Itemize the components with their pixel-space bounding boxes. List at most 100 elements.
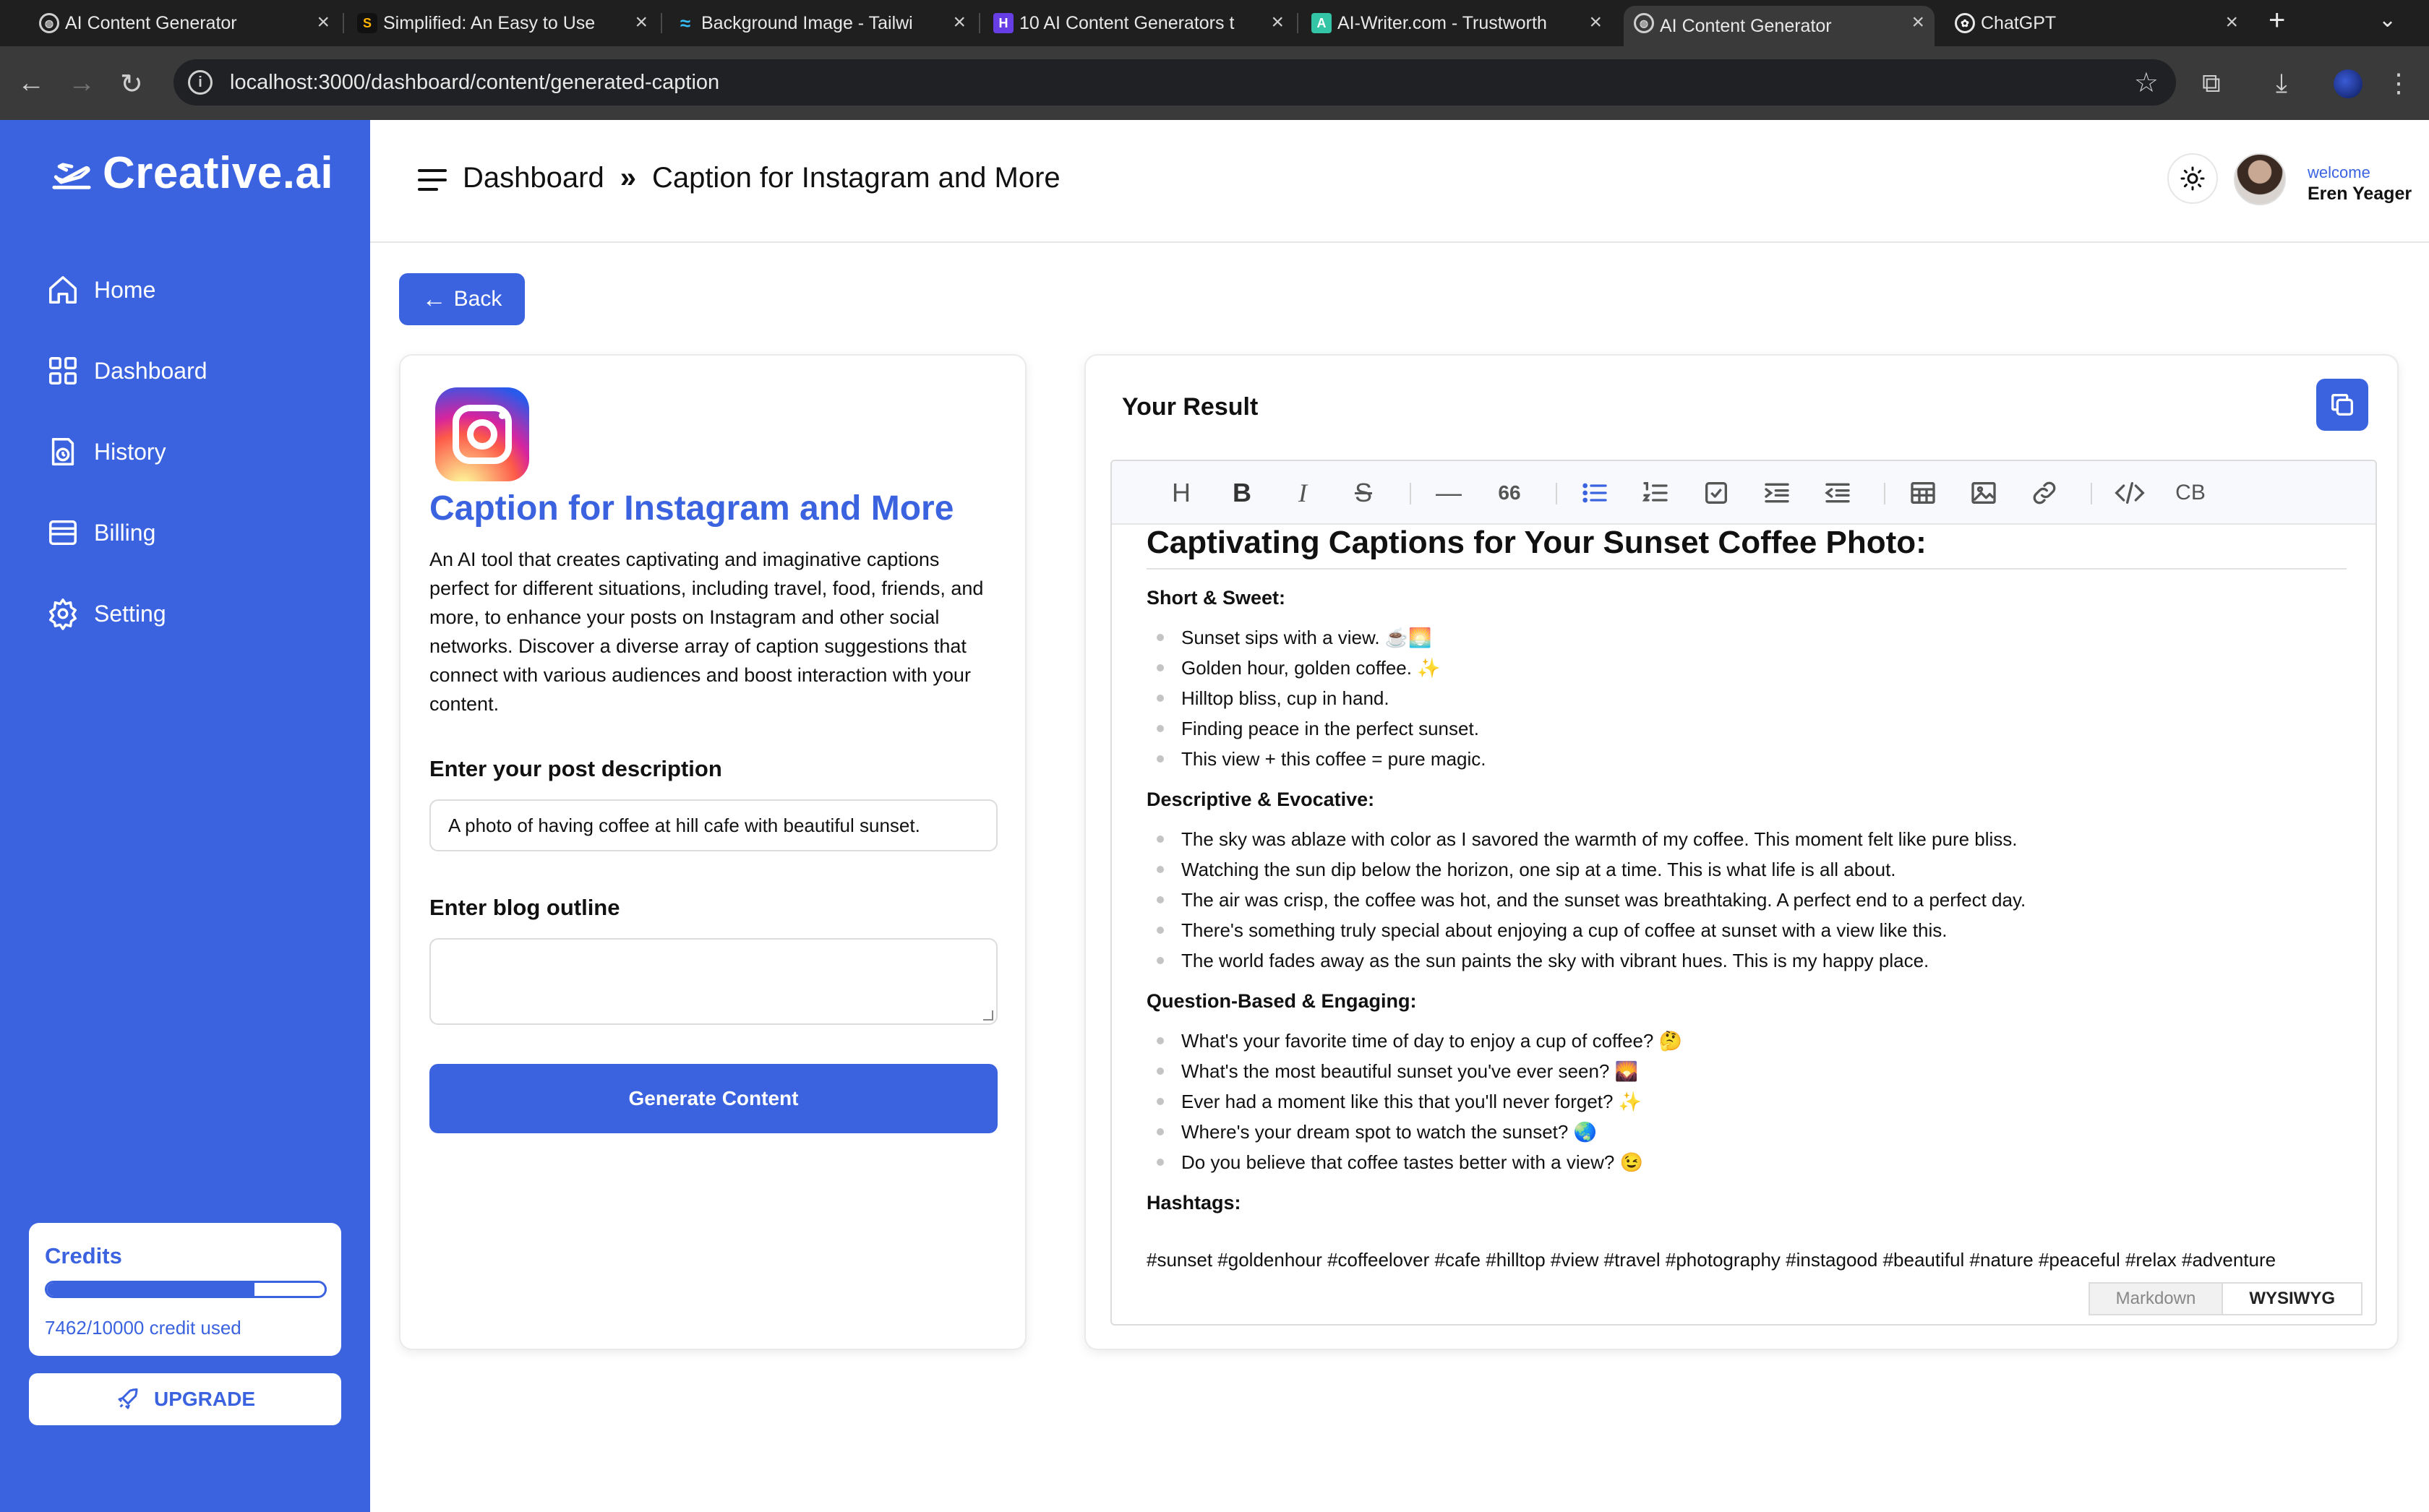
heading-icon[interactable]: H <box>1164 476 1199 510</box>
browser-tab[interactable]: S Simplified: An Easy to Use × <box>347 6 658 40</box>
close-tab-icon[interactable]: × <box>953 10 966 35</box>
caption-list-item: This view + this coffee = pure magic. <box>1157 744 2347 774</box>
caption-list-item: Sunset sips with a view. ☕🌅 <box>1157 622 2347 653</box>
menu-hamburger-icon[interactable] <box>418 169 447 197</box>
toolbar-divider <box>1884 483 1885 504</box>
tab-wysiwyg[interactable]: WYSIWYG <box>2223 1282 2362 1315</box>
aiwriter-icon: A <box>1311 13 1332 33</box>
post-description-label: Enter your post description <box>429 756 722 781</box>
address-bar[interactable]: i localhost:3000/dashboard/content/gener… <box>174 59 2176 106</box>
forward-arrow-icon[interactable]: → <box>68 68 95 99</box>
caption-list-item: Do you believe that coffee tastes better… <box>1157 1147 2347 1177</box>
blog-outline-label: Enter blog outline <box>429 895 620 920</box>
user-avatar[interactable] <box>2234 153 2286 205</box>
billing-icon <box>49 520 77 546</box>
brand-logo[interactable]: Creative.ai <box>51 147 333 199</box>
bold-icon[interactable]: B <box>1225 476 1259 510</box>
paper-plane-icon <box>52 163 91 189</box>
dashboard-icon <box>49 357 77 385</box>
browser-tab-active[interactable]: ◍ AI Content Generator × <box>1624 6 1935 46</box>
close-tab-icon[interactable]: × <box>1911 10 1924 35</box>
tab-divider <box>979 13 980 33</box>
close-tab-icon[interactable]: × <box>635 10 648 35</box>
rich-text-editor[interactable]: H B I S — 66 CB Captivating Captions for… <box>1110 460 2377 1326</box>
tailwind-icon: ≈ <box>680 12 691 34</box>
extensions-icon[interactable]: ⧉ <box>2202 68 2221 99</box>
browser-tab[interactable]: A AI-Writer.com - Trustworth × <box>1301 6 1612 40</box>
caption-list-item: Hilltop bliss, cup in hand. <box>1157 683 2347 713</box>
browser-menu-icon[interactable]: ⋮ <box>2386 68 2412 98</box>
caption-list-item: Golden hour, golden coffee. ✨ <box>1157 653 2347 683</box>
bullet-list-icon[interactable] <box>1577 476 1612 510</box>
close-tab-icon[interactable]: × <box>1589 10 1602 35</box>
tab-divider <box>661 13 662 33</box>
resize-handle-icon[interactable] <box>983 1010 993 1021</box>
sidebar-item-setting[interactable]: Setting <box>46 597 166 630</box>
top-header: Dashboard » Caption for Instagram and Mo… <box>370 120 2429 243</box>
sidebar-item-billing[interactable]: Billing <box>46 516 155 549</box>
download-icon[interactable]: ⤓ <box>2276 68 2287 99</box>
post-description-input[interactable]: A photo of having coffee at hill cafe wi… <box>429 799 998 851</box>
rocket-icon <box>118 1388 138 1409</box>
browser-tab[interactable]: ✿ ChatGPT × <box>1945 6 2248 40</box>
browser-tab[interactable]: H 10 AI Content Generators t × <box>983 6 1294 40</box>
browser-profile-avatar[interactable] <box>2334 69 2362 98</box>
code-block-icon[interactable]: CB <box>2173 476 2208 510</box>
browser-tab[interactable]: ≈ Background Image - Tailwi × <box>665 6 976 40</box>
quote-icon[interactable]: 66 <box>1492 476 1527 510</box>
outdent-icon[interactable] <box>1820 476 1855 510</box>
theme-toggle-button[interactable] <box>2167 153 2218 204</box>
strikethrough-icon[interactable]: S <box>1346 476 1381 510</box>
horizontal-rule-icon[interactable]: — <box>1431 476 1466 510</box>
hostinger-icon: H <box>993 13 1014 33</box>
caption-list-item: Finding peace in the perfect sunset. <box>1157 713 2347 744</box>
new-tab-icon[interactable]: + <box>2269 4 2285 37</box>
generate-content-button[interactable]: Generate Content <box>429 1064 998 1133</box>
breadcrumb-dashboard[interactable]: Dashboard <box>463 162 604 194</box>
close-tab-icon[interactable]: × <box>317 10 330 35</box>
user-greeting: welcome Eren Yeager <box>2308 163 2412 205</box>
sidebar-item-dashboard[interactable]: Dashboard <box>46 354 207 387</box>
hashtags-text: #sunset #goldenhour #coffeelover #cafe #… <box>1147 1249 2276 1271</box>
globe-icon: ◍ <box>39 13 59 33</box>
blog-outline-textarea[interactable] <box>429 938 998 1025</box>
code-icon[interactable] <box>2112 476 2147 510</box>
simplified-icon: S <box>357 13 377 33</box>
caption-list-item: The sky was ablaze with color as I savor… <box>1157 824 2347 854</box>
credits-progress-bar <box>45 1281 327 1298</box>
close-tab-icon[interactable]: × <box>2225 10 2238 35</box>
editor-toolbar: H B I S — 66 CB <box>1112 461 2376 525</box>
link-icon[interactable] <box>2027 476 2062 510</box>
caption-sections: Short & Sweet: Sunset sips with a view. ☕… <box>1147 587 2347 1177</box>
table-icon[interactable] <box>1906 476 1940 510</box>
caption-list-item: Where's your dream spot to watch the sun… <box>1157 1117 2347 1147</box>
instagram-icon <box>435 387 529 481</box>
numbered-list-icon[interactable] <box>1638 476 1673 510</box>
user-name: Eren Yeager <box>2308 184 2412 204</box>
task-list-icon[interactable] <box>1699 476 1734 510</box>
image-icon[interactable] <box>1966 476 2001 510</box>
close-tab-icon[interactable]: × <box>1271 10 1284 35</box>
back-arrow-icon[interactable]: ← <box>17 68 45 99</box>
caption-list: What's your favorite time of day to enjo… <box>1147 1026 2347 1177</box>
caption-list: The sky was ablaze with color as I savor… <box>1147 824 2347 976</box>
italic-icon[interactable]: I <box>1285 476 1320 510</box>
sidebar-item-history[interactable]: History <box>46 435 166 468</box>
reload-icon[interactable]: ↻ <box>120 68 143 100</box>
url-text[interactable]: localhost:3000/dashboard/content/generat… <box>230 71 719 95</box>
upgrade-button[interactable]: UPGRADE <box>29 1373 341 1425</box>
sidebar-item-home[interactable]: Home <box>46 273 155 306</box>
form-card: Caption for Instagram and More An AI too… <box>399 354 1027 1350</box>
editor-content[interactable]: Captivating Captions for Your Sunset Cof… <box>1147 525 2347 1271</box>
indent-icon[interactable] <box>1760 476 1794 510</box>
browser-tab[interactable]: ◍ AI Content Generator × <box>29 6 340 40</box>
chevron-down-icon[interactable]: ⌄ <box>2378 7 2396 33</box>
copy-button[interactable] <box>2316 379 2368 431</box>
bookmark-star-icon[interactable]: ☆ <box>2134 66 2159 99</box>
site-info-icon[interactable]: i <box>188 70 213 95</box>
back-button[interactable]: ← Back <box>399 273 525 325</box>
tab-markdown[interactable]: Markdown <box>2088 1282 2224 1315</box>
breadcrumb-separator-icon: » <box>620 162 636 194</box>
history-icon <box>51 438 74 465</box>
caption-list-item: What's your favorite time of day to enjo… <box>1157 1026 2347 1056</box>
